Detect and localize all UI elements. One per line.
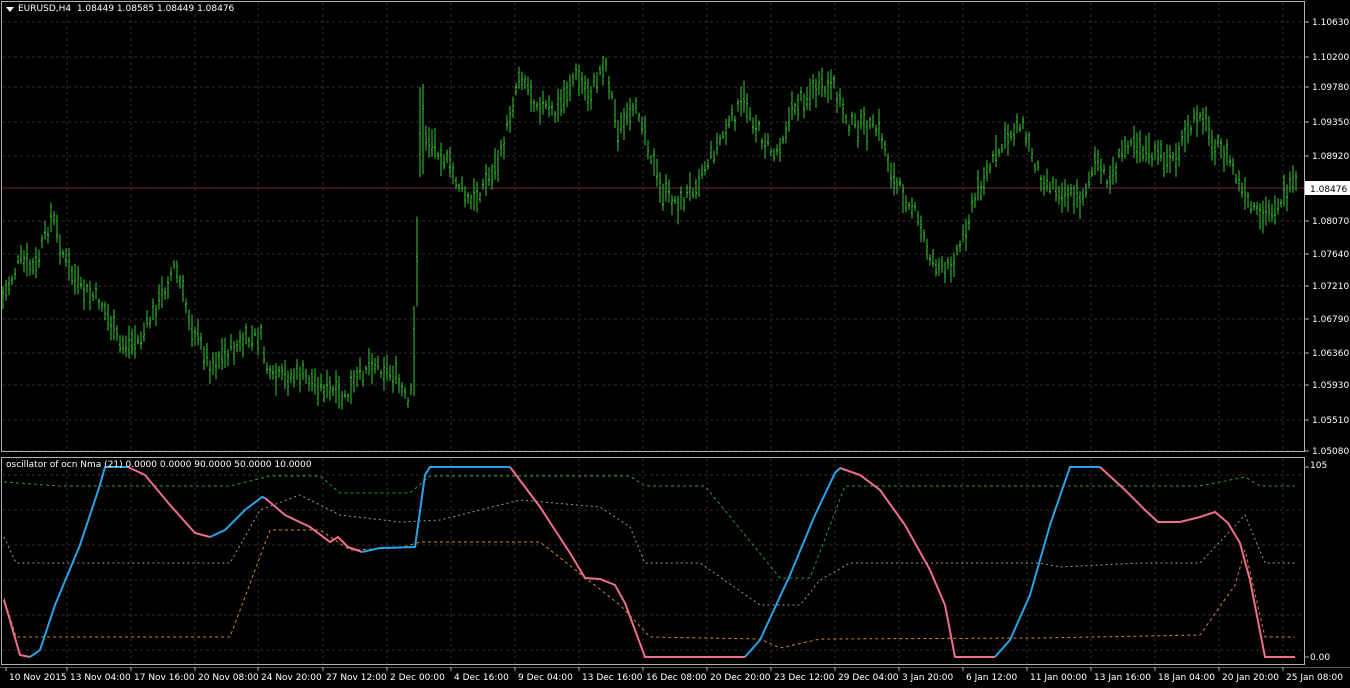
oscillator-line-down-2 xyxy=(127,466,211,538)
oscillator-title: oscillator of ocn Nma (21) 0.0000 0.0000… xyxy=(6,460,312,470)
price-chart-border xyxy=(1,1,1305,452)
price-label: 1.07640 xyxy=(1312,250,1349,260)
price-label: 1.06360 xyxy=(1312,349,1349,359)
time-label: 24 Nov 20:00 xyxy=(261,673,322,683)
time-label: 27 Nov 12:00 xyxy=(326,673,387,683)
price-bars xyxy=(2,55,1297,410)
time-label: 18 Jan 04:00 xyxy=(1158,673,1215,683)
current-price-label: 1.08476 xyxy=(1310,185,1347,195)
price-label: 1.05930 xyxy=(1312,381,1349,391)
time-label: 3 Jan 20:00 xyxy=(902,673,954,683)
price-label: 1.06790 xyxy=(1312,315,1349,325)
time-label: 23 Dec 12:00 xyxy=(774,673,835,683)
oscillator-lower-band xyxy=(3,529,1295,649)
time-axis: 10 Nov 2015 13 Nov 04:00 17 Nov 16:00 20 No… xyxy=(0,667,1350,688)
time-label: 6 Jan 12:00 xyxy=(966,673,1018,683)
time-label: 2 Dec 00:00 xyxy=(390,673,445,683)
price-label: 1.08070 xyxy=(1312,217,1349,227)
time-label: 20 Dec 20:00 xyxy=(710,673,771,683)
time-label: 11 Jan 00:00 xyxy=(1030,673,1087,683)
time-label: 13 Nov 04:00 xyxy=(70,673,131,683)
time-label: 9 Dec 04:00 xyxy=(518,673,573,683)
time-label: 13 Dec 16:00 xyxy=(582,673,643,683)
oscillator-line-down-1 xyxy=(3,599,31,658)
oscillator-chart[interactable]: 105 0.00 xyxy=(0,455,1350,667)
chart-menu-triangle-icon[interactable] xyxy=(6,7,14,12)
price-label: 1.09350 xyxy=(1312,118,1349,128)
oscillator-line-up-2 xyxy=(209,495,266,538)
time-label: 4 Dec 16:00 xyxy=(454,673,509,683)
time-label: 20 Nov 08:00 xyxy=(198,673,259,683)
time-label: 29 Dec 04:00 xyxy=(838,673,899,683)
oscillator-pane[interactable]: 105 0.00 oscillator of ocn Nma (21) 0.00… xyxy=(0,455,1350,667)
time-label: 10 Nov 2015 xyxy=(9,673,67,683)
time-label: 25 Jan 08:00 xyxy=(1286,673,1343,683)
oscillator-border xyxy=(1,457,1305,665)
oscillator-line-down-3 xyxy=(264,497,363,553)
oscillator-grid xyxy=(2,458,1304,664)
oscillator-line-down-4 xyxy=(509,466,745,658)
price-chart-pane[interactable]: 1.10630 1.10200 1.09780 1.09350 1.08920 1.080… xyxy=(0,0,1350,455)
price-label: 1.05080 xyxy=(1312,447,1349,455)
oscillator-line-up-4 xyxy=(744,467,841,658)
time-axis-svg: 10 Nov 2015 13 Nov 04:00 17 Nov 16:00 20 No… xyxy=(0,667,1350,683)
time-label: 20 Jan 20:00 xyxy=(1222,673,1279,683)
price-label: 1.08920 xyxy=(1312,152,1349,162)
price-label: 1.07210 xyxy=(1312,282,1349,292)
price-label: 1.05510 xyxy=(1312,416,1349,426)
oscillator-line-up-1 xyxy=(29,466,128,658)
time-label: 17 Nov 16:00 xyxy=(134,673,195,683)
oscillator-max-label: 105 xyxy=(1310,461,1327,471)
oscillator-middle-band xyxy=(3,494,1295,606)
time-label: 16 Dec 08:00 xyxy=(646,673,707,683)
price-label: 1.10630 xyxy=(1312,18,1349,28)
price-grid xyxy=(2,2,1304,452)
chart-title: EURUSD,H4 1.08449 1.08585 1.08449 1.0847… xyxy=(18,4,235,14)
price-axis: 1.10630 1.10200 1.09780 1.09350 1.08920 1.080… xyxy=(1305,18,1349,455)
oscillator-line-down-6 xyxy=(1099,466,1295,658)
oscillator-line-up-5 xyxy=(994,466,1100,658)
price-label: 1.10200 xyxy=(1312,53,1349,63)
price-chart[interactable]: 1.10630 1.10200 1.09780 1.09350 1.08920 1.080… xyxy=(0,0,1350,455)
oscillator-min-label: 0.00 xyxy=(1310,653,1330,663)
price-label: 1.09780 xyxy=(1312,83,1349,93)
time-label: 13 Jan 16:00 xyxy=(1094,673,1151,683)
